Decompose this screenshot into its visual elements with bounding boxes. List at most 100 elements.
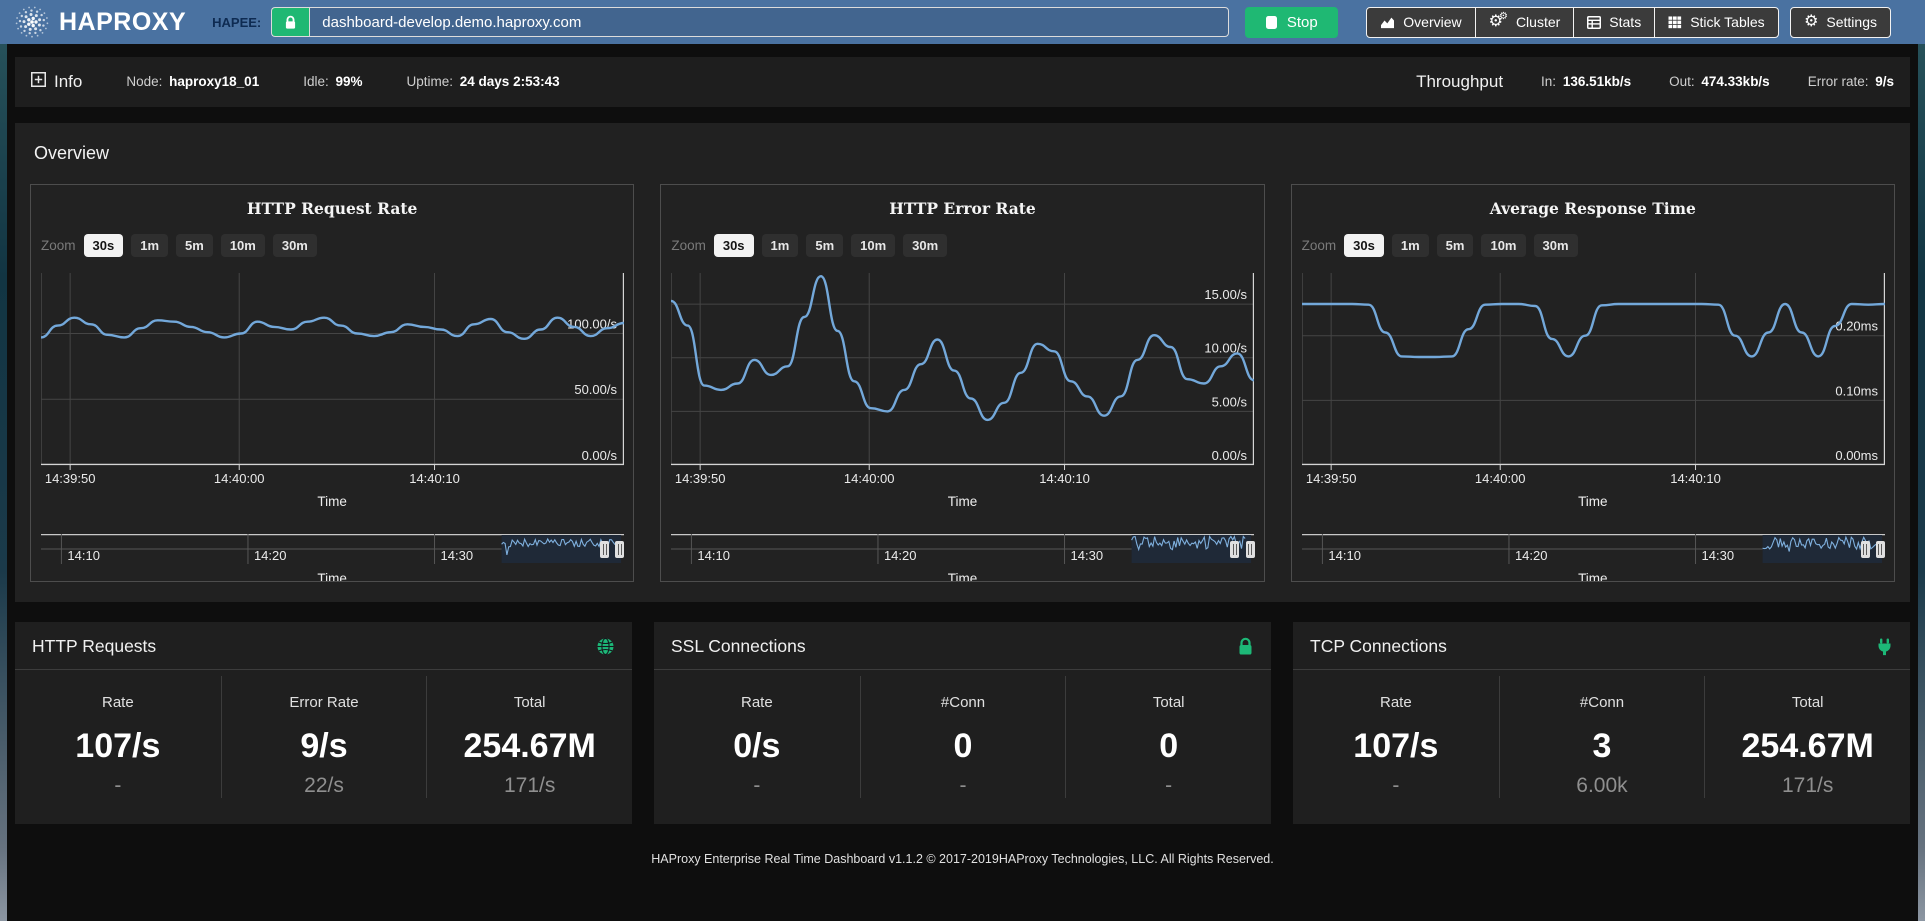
metric-sub-value: 171/s	[1705, 774, 1910, 798]
zoom-button-30m[interactable]: 30m	[1534, 234, 1578, 257]
metric-value: 0/s	[654, 727, 860, 766]
zoom-button-30s[interactable]: 30s	[714, 234, 754, 257]
range-selector-handle-right[interactable]	[1246, 541, 1255, 558]
metric-sub-value: -	[1066, 774, 1271, 798]
footer-copyright: HAProxy Enterprise Real Time Dashboard v…	[7, 824, 1918, 866]
svg-text:14:39:50: 14:39:50	[45, 471, 96, 486]
brand[interactable]: HAPROXY	[14, 4, 186, 40]
chart-plot-http-request-rate[interactable]: 14:39:5014:40:0014:40:10100.00/s50.00/s0…	[41, 273, 623, 494]
zoom-controls: Zoom 30s 1m 5m 10m 30m	[41, 233, 623, 257]
zoom-button-30s[interactable]: 30s	[84, 234, 124, 257]
svg-text:0.00ms: 0.00ms	[1835, 448, 1878, 463]
settings-button[interactable]: ⚙ Settings	[1790, 7, 1891, 38]
chart-title: HTTP Error Rate	[671, 199, 1253, 219]
metric-total: Total254.67M171/s	[1704, 676, 1910, 798]
stop-button[interactable]: Stop	[1245, 7, 1338, 38]
svg-text:14:10: 14:10	[1328, 548, 1361, 563]
metric-rate: Rate 107/s -	[1293, 676, 1499, 798]
card-tcp-connections: TCP ConnectionsRate107/s-#Conn36.00kTota…	[1293, 622, 1910, 824]
metric-conn: #Conn0-	[860, 676, 1066, 798]
metric-label: Rate	[654, 694, 860, 711]
zoom-button-30m[interactable]: 30m	[273, 234, 317, 257]
card-title: SSL Connections	[671, 636, 806, 657]
zoom-controls: Zoom 30s 1m 5m 10m 30m	[671, 233, 1253, 257]
zoom-button-30s[interactable]: 30s	[1344, 234, 1384, 257]
card-body: Rate 107/s -#Conn36.00kTotal254.67M171/s	[1293, 670, 1910, 824]
nav-button-overview[interactable]: Overview	[1366, 7, 1475, 38]
svg-text:5.00/s: 5.00/s	[1212, 394, 1248, 409]
info-toggle[interactable]: Info	[31, 72, 82, 92]
range-selector[interactable]: 14:1014:2014:30	[1302, 534, 1884, 569]
metric-label: #Conn	[861, 694, 1066, 711]
nav-button-label: Overview	[1403, 14, 1461, 30]
gear-icon: ⚙	[1804, 14, 1818, 30]
metric-sub-value: 171/s	[427, 774, 632, 798]
metric-label: Total	[1066, 694, 1271, 711]
info-item-idle: Idle: 99%	[303, 74, 362, 89]
overview-panel: Overview HTTP Request RateZoom30s1m5m10m…	[15, 123, 1910, 602]
zoom-button-1m[interactable]: 1m	[1392, 234, 1429, 257]
zoom-label: Zoom	[41, 238, 76, 253]
x-axis-title: Time	[1302, 494, 1884, 512]
range-selector-handle-left[interactable]	[1230, 541, 1239, 558]
zoom-button-10m[interactable]: 10m	[221, 234, 265, 257]
card-header: HTTP Requests	[15, 622, 632, 670]
svg-text:0.00/s: 0.00/s	[582, 448, 618, 463]
nav-button-cluster[interactable]: ⚙⚙ Cluster	[1475, 7, 1575, 38]
area-chart-icon	[1380, 16, 1395, 29]
table-icon	[1587, 16, 1601, 29]
overview-title: Overview	[34, 143, 1895, 164]
lock-icon	[271, 7, 309, 37]
brand-title: HAPROXY	[59, 8, 186, 37]
range-selector-axis-title: Time	[41, 571, 623, 582]
metric-conn: #Conn36.00k	[1499, 676, 1705, 798]
zoom-button-5m[interactable]: 5m	[1437, 234, 1474, 257]
range-selector[interactable]: 14:1014:2014:30	[41, 534, 623, 569]
nav-button-stats[interactable]: Stats	[1573, 7, 1655, 38]
zoom-button-5m[interactable]: 5m	[176, 234, 213, 257]
metric-label: Rate	[1293, 694, 1499, 711]
svg-text:14:40:10: 14:40:10	[1670, 471, 1721, 486]
charts-row: HTTP Request RateZoom30s1m5m10m30m14:39:…	[30, 184, 1895, 582]
metric-sub-value: -	[654, 774, 860, 798]
throughput-item-error-rate: Error rate: 9/s	[1808, 74, 1894, 89]
x-axis-title: Time	[671, 494, 1253, 512]
range-selector-handle-right[interactable]	[1876, 541, 1885, 558]
svg-text:15.00/s: 15.00/s	[1205, 287, 1248, 302]
svg-text:14:39:50: 14:39:50	[1306, 471, 1357, 486]
range-selector-handle-right[interactable]	[615, 541, 624, 558]
zoom-button-30m[interactable]: 30m	[903, 234, 947, 257]
chart-plot-average-response-time[interactable]: 14:39:5014:40:0014:40:100.20ms0.10ms0.00…	[1302, 273, 1884, 494]
svg-text:14:20: 14:20	[1515, 548, 1548, 563]
svg-text:14:30: 14:30	[1071, 548, 1104, 563]
zoom-label: Zoom	[671, 238, 706, 253]
gears-icon: ⚙⚙	[1489, 14, 1508, 30]
nav-button-group: Overview ⚙⚙ Cluster Stats Stick Tables	[1366, 7, 1778, 38]
metric-label: Total	[1705, 694, 1910, 711]
zoom-button-5m[interactable]: 5m	[806, 234, 843, 257]
chart-plot-http-error-rate[interactable]: 14:39:5014:40:0014:40:1015.00/s10.00/s5.…	[671, 273, 1253, 494]
svg-text:10.00/s: 10.00/s	[1205, 341, 1248, 356]
metric-value: 107/s	[1293, 727, 1499, 766]
zoom-button-1m[interactable]: 1m	[762, 234, 799, 257]
metric-value: 0	[861, 727, 1066, 766]
zoom-controls: Zoom30s1m5m10m30m	[1302, 233, 1884, 257]
range-selector[interactable]: 14:1014:2014:30	[671, 534, 1253, 569]
nav-button-label: Stick Tables	[1690, 14, 1764, 30]
nav-button-label: Stats	[1609, 14, 1641, 30]
metric-label: Rate	[15, 694, 221, 711]
card-body: Rate0/s-#Conn0-Total0-	[654, 670, 1271, 824]
nav-button-stick-tables[interactable]: Stick Tables	[1654, 7, 1778, 38]
svg-text:100.00/s: 100.00/s	[567, 316, 617, 331]
range-selector-handle-left[interactable]	[600, 541, 609, 558]
zoom-button-10m[interactable]: 10m	[1481, 234, 1525, 257]
zoom-button-1m[interactable]: 1m	[131, 234, 168, 257]
lock-icon	[1237, 637, 1254, 656]
zoom-button-10m[interactable]: 10m	[851, 234, 895, 257]
throughput-group: Throughput In: 136.51kb/sOut: 474.33kb/s…	[1416, 72, 1894, 92]
nav-button-label: Cluster	[1516, 14, 1560, 30]
svg-text:14:40:00: 14:40:00	[1475, 471, 1526, 486]
dashboard-url-input[interactable]	[309, 7, 1229, 37]
range-selector-handle-left[interactable]	[1861, 541, 1870, 558]
metric-sub-value: -	[1293, 774, 1499, 798]
